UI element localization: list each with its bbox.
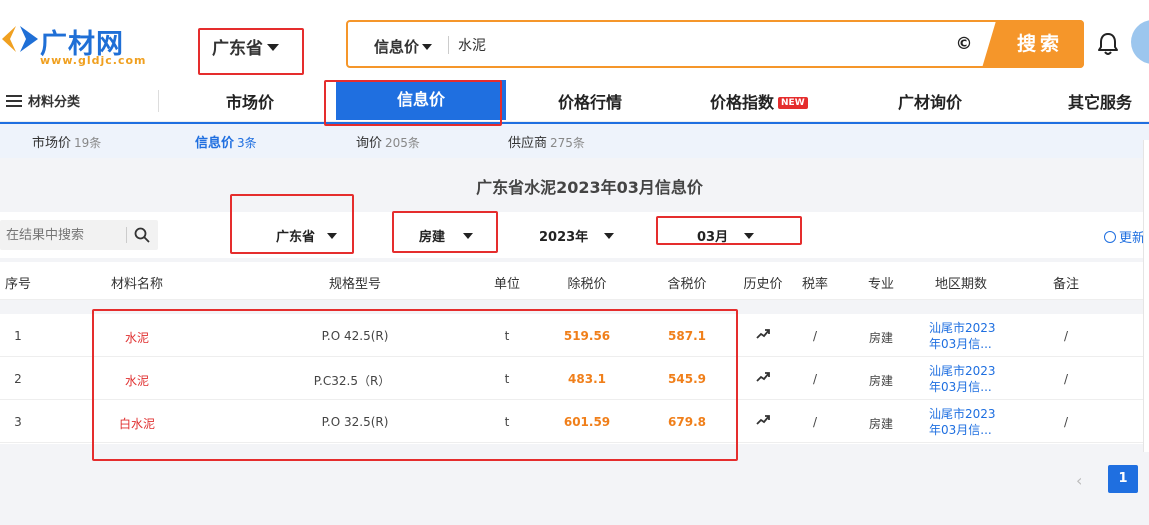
tab-inquiry[interactable]: 询价 205条 <box>356 132 420 151</box>
result-tabs: 市场价 19条 信息价 3条 询价 205条 供应商 275条 <box>0 122 1149 158</box>
tab-count: 19条 <box>74 136 102 150</box>
image-search-icon[interactable]: © <box>954 34 974 54</box>
site-header: 广材网 www.gldjc.com 广东省 信息价 © 搜索 <box>0 0 1149 80</box>
cell-tax-rate: / <box>812 329 818 343</box>
category-label: 材料分类 <box>28 95 81 110</box>
caret-down-icon <box>422 44 433 50</box>
nav-price-trend[interactable]: 价格行情 <box>558 89 622 113</box>
search-icon[interactable] <box>134 227 150 243</box>
nav-divider <box>158 90 159 112</box>
col-ex-tax: 除税价 <box>567 277 607 292</box>
main-nav: 材料分类 市场价 信息价 价格行情 价格指数 NEW 广材询价 其它服务 <box>0 80 1149 122</box>
annotation-box <box>324 80 502 126</box>
cell-no: 1 <box>14 329 22 343</box>
prev-page-button[interactable]: ‹ <box>1076 471 1082 490</box>
tab-label: 信息价 <box>195 136 235 151</box>
result-search-box <box>0 220 158 250</box>
page-button-current[interactable]: 1 <box>1108 465 1138 493</box>
annotation-box <box>392 211 498 253</box>
annotation-box <box>198 28 304 75</box>
right-edge-panel <box>1143 140 1149 452</box>
tab-label: 询价 <box>356 136 383 151</box>
cell-no: 3 <box>14 415 22 429</box>
tab-info-price[interactable]: 信息价 3条 <box>195 132 257 151</box>
annotation-box <box>230 194 354 254</box>
update-link[interactable]: 更新 <box>1104 227 1145 246</box>
new-badge: NEW <box>778 97 808 109</box>
filter-year[interactable]: 2023年 <box>539 226 615 245</box>
col-tax-rate: 税率 <box>801 277 829 292</box>
result-search-input[interactable] <box>6 225 124 245</box>
trend-icon[interactable] <box>756 372 770 382</box>
cell-region[interactable]: 汕尾市2023年03月信... <box>929 320 1001 352</box>
annotation-box <box>656 216 802 245</box>
tab-label: 市场价 <box>32 136 72 151</box>
logo-mark-icon <box>2 26 38 52</box>
site-logo[interactable]: 广材网 www.gldjc.com <box>0 22 146 70</box>
nav-other-services[interactable]: 其它服务 <box>1068 89 1132 113</box>
annotation-box <box>92 309 738 461</box>
bell-icon[interactable] <box>1097 32 1119 56</box>
col-unit: 单位 <box>493 277 521 292</box>
search-button[interactable]: 搜索 <box>982 20 1084 68</box>
col-spec: 规格型号 <box>328 277 382 292</box>
tab-market-price[interactable]: 市场价 19条 <box>32 132 101 151</box>
cell-region[interactable]: 汕尾市2023年03月信... <box>929 406 1001 438</box>
search-divider <box>126 227 127 243</box>
cell-specialty: 房建 <box>868 417 894 431</box>
page-title: 广东省水泥2023年03月信息价 <box>476 178 703 197</box>
cell-tax-rate: / <box>812 415 818 429</box>
caret-down-icon <box>604 233 615 239</box>
table-header: 序号 材料名称 规格型号 单位 除税价 含税价 历史价 税率 专业 地区期数 备… <box>0 262 1143 300</box>
material-category-menu[interactable]: 材料分类 <box>6 91 80 110</box>
nav-price-index[interactable]: 价格指数 NEW <box>710 89 808 113</box>
col-name: 材料名称 <box>110 277 164 292</box>
nav-market-price[interactable]: 市场价 <box>226 89 274 113</box>
tab-label: 供应商 <box>508 136 548 151</box>
col-no: 序号 <box>4 277 32 292</box>
cell-note: / <box>1063 329 1069 343</box>
search-type-label: 信息价 <box>374 38 420 56</box>
logo-url: www.gldjc.com <box>40 54 147 67</box>
nav-inquiry[interactable]: 广材询价 <box>898 89 962 113</box>
filter-bar: 广东省 房建 2023年 03月 更新 <box>0 212 1149 258</box>
search-type-dropdown[interactable]: 信息价 <box>374 36 433 57</box>
col-region: 地区期数 <box>934 277 988 292</box>
clock-icon <box>1104 231 1116 243</box>
active-tab-underline <box>0 122 1149 124</box>
tab-count: 3条 <box>237 136 257 150</box>
cell-specialty: 房建 <box>868 374 894 388</box>
trend-icon[interactable] <box>756 415 770 425</box>
menu-icon <box>6 95 22 107</box>
cell-specialty: 房建 <box>868 331 894 345</box>
col-note: 备注 <box>1052 277 1080 292</box>
main-search-bar: 信息价 © 搜索 <box>346 20 1084 68</box>
cell-region[interactable]: 汕尾市2023年03月信... <box>929 363 1001 395</box>
trend-icon[interactable] <box>756 329 770 339</box>
cell-tax-rate: / <box>812 372 818 386</box>
avatar[interactable] <box>1131 20 1149 64</box>
tab-suppliers[interactable]: 供应商 275条 <box>508 132 585 151</box>
nav-price-index-label: 价格指数 <box>710 93 775 112</box>
cell-note: / <box>1063 372 1069 386</box>
col-in-tax: 含税价 <box>667 277 707 292</box>
update-label: 更新 <box>1119 231 1146 246</box>
search-divider <box>448 36 449 54</box>
search-input[interactable] <box>458 32 938 58</box>
tab-count: 205条 <box>385 136 420 150</box>
col-history: 历史价 <box>743 277 783 292</box>
col-specialty: 专业 <box>867 277 895 292</box>
cell-no: 2 <box>14 372 22 386</box>
cell-note: / <box>1063 415 1069 429</box>
tab-count: 275条 <box>550 136 585 150</box>
filter-year-label: 2023年 <box>539 230 589 245</box>
